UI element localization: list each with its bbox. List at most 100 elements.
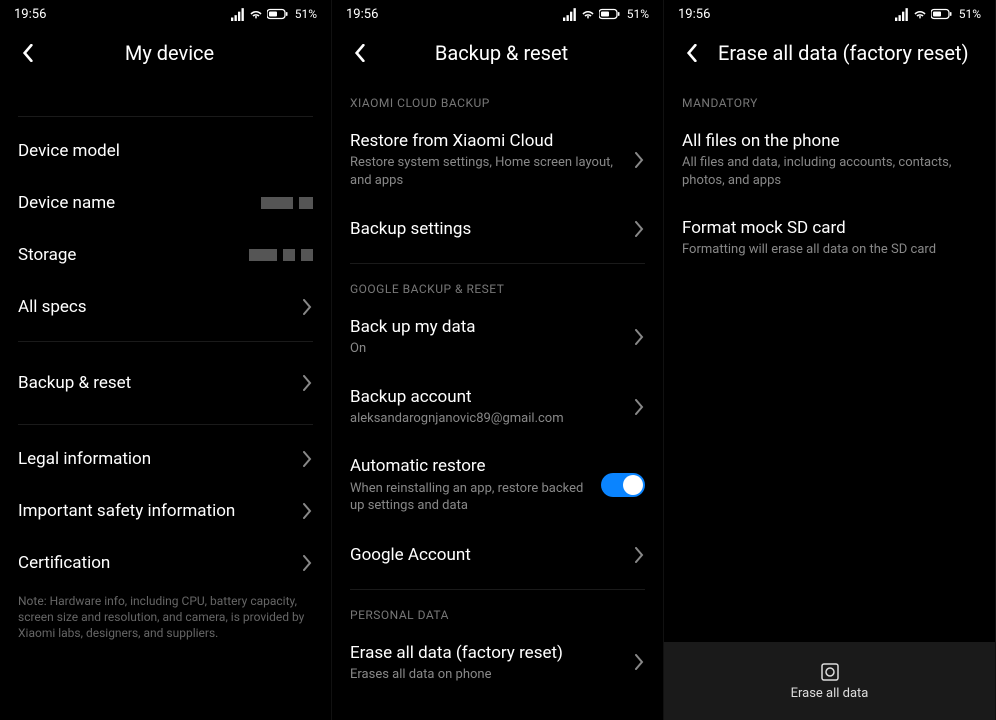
- section-header-google: GOOGLE BACKUP & RESET: [350, 282, 645, 296]
- signal-icon: [231, 7, 245, 21]
- row-sub: When reinstalling an app, restore backed…: [350, 480, 601, 515]
- row-label: Back up my data: [350, 316, 635, 338]
- row-label: Storage: [18, 244, 249, 266]
- battery-percent: 51%: [627, 7, 649, 21]
- row-label: Backup & reset: [18, 372, 303, 394]
- back-button[interactable]: [14, 39, 42, 67]
- chevron-right-icon: [635, 547, 645, 563]
- row-backup-my-data[interactable]: Back up my data On: [350, 302, 645, 372]
- row-sub: Formatting will erase all data on the SD…: [682, 241, 977, 259]
- row-all-files[interactable]: All files on the phone All files and dat…: [682, 116, 977, 203]
- chevron-right-icon: [635, 329, 645, 345]
- row-label: Google Account: [350, 544, 635, 566]
- battery-icon: [267, 7, 289, 21]
- chevron-right-icon: [303, 503, 313, 519]
- screen-erase-all-data: 19:56 51% Erase all data (factory reset)…: [664, 0, 996, 720]
- chevron-right-icon: [303, 299, 313, 315]
- row-label: Backup settings: [350, 218, 635, 240]
- battery-icon: [931, 7, 953, 21]
- redacted-value: [261, 197, 313, 209]
- chevron-right-icon: [303, 375, 313, 391]
- row-label: Automatic restore: [350, 455, 601, 477]
- header: Erase all data (factory reset): [664, 28, 995, 78]
- divider: [18, 424, 313, 425]
- row-restore-xiaomi-cloud[interactable]: Restore from Xiaomi Cloud Restore system…: [350, 116, 645, 203]
- back-button[interactable]: [678, 39, 706, 67]
- divider: [350, 589, 645, 590]
- row-all-specs[interactable]: All specs: [18, 281, 313, 333]
- chevron-right-icon: [635, 152, 645, 168]
- row-label: Restore from Xiaomi Cloud: [350, 130, 635, 152]
- status-bar: 19:56 51%: [0, 0, 331, 28]
- screen-backup-reset: 19:56 51% Backup & reset XIAOMI CLOUD BA…: [332, 0, 664, 720]
- battery-icon: [599, 7, 621, 21]
- chevron-right-icon: [303, 555, 313, 571]
- row-google-account[interactable]: Google Account: [350, 529, 645, 581]
- row-format-sd[interactable]: Format mock SD card Formatting will eras…: [682, 203, 977, 273]
- chevron-right-icon: [635, 399, 645, 415]
- chevron-left-icon: [354, 44, 366, 62]
- redacted-value: [249, 249, 313, 261]
- wifi-icon: [913, 7, 927, 21]
- row-sub: Restore system settings, Home screen lay…: [350, 154, 635, 189]
- row-label: All files on the phone: [682, 130, 977, 152]
- row-backup-settings[interactable]: Backup settings: [350, 203, 645, 255]
- chevron-right-icon: [635, 221, 645, 237]
- row-label: Certification: [18, 552, 303, 574]
- toggle-automatic-restore[interactable]: [601, 473, 645, 497]
- chevron-right-icon: [303, 451, 313, 467]
- row-device-model[interactable]: Device model: [18, 125, 313, 177]
- battery-percent: 51%: [959, 7, 981, 21]
- row-backup-account[interactable]: Backup account aleksandarognjanovic89@gm…: [350, 372, 645, 442]
- row-label: Erase all data (factory reset): [350, 642, 635, 664]
- row-legal[interactable]: Legal information: [18, 433, 313, 485]
- erase-icon: [820, 662, 840, 682]
- row-sub: Erases all data on phone: [350, 666, 635, 684]
- battery-percent: 51%: [295, 7, 317, 21]
- chevron-right-icon: [635, 654, 645, 670]
- row-backup-reset[interactable]: Backup & reset: [18, 350, 313, 416]
- back-button[interactable]: [346, 39, 374, 67]
- erase-all-data-button[interactable]: Erase all data: [664, 642, 995, 720]
- signal-icon: [895, 7, 909, 21]
- header: Backup & reset: [332, 28, 663, 78]
- screen-my-device: 19:56 51% My device Device model Device …: [0, 0, 332, 720]
- row-label: Format mock SD card: [682, 217, 977, 239]
- signal-icon: [563, 7, 577, 21]
- chevron-left-icon: [686, 44, 698, 62]
- status-time: 19:56: [678, 7, 895, 22]
- row-sub: On: [350, 340, 635, 358]
- page-title: Backup & reset: [382, 41, 621, 65]
- row-storage[interactable]: Storage: [18, 229, 313, 281]
- row-certification[interactable]: Certification: [18, 537, 313, 589]
- row-label: Device model: [18, 140, 313, 162]
- status-time: 19:56: [14, 7, 231, 22]
- row-automatic-restore: Automatic restore When reinstalling an a…: [350, 441, 645, 528]
- section-header-mandatory: MANDATORY: [682, 96, 977, 110]
- wifi-icon: [581, 7, 595, 21]
- row-sub: aleksandarognjanovic89@gmail.com: [350, 410, 635, 428]
- divider: [18, 116, 313, 117]
- divider: [350, 263, 645, 264]
- header: My device: [0, 28, 331, 78]
- row-label: Device name: [18, 192, 261, 214]
- divider: [18, 341, 313, 342]
- footnote: Note: Hardware info, including CPU, batt…: [18, 593, 313, 642]
- row-label: Backup account: [350, 386, 635, 408]
- row-label: Legal information: [18, 448, 303, 470]
- row-safety[interactable]: Important safety information: [18, 485, 313, 537]
- erase-button-label: Erase all data: [791, 686, 869, 701]
- row-label: All specs: [18, 296, 303, 318]
- row-erase-all-data[interactable]: Erase all data (factory reset) Erases al…: [350, 628, 645, 698]
- status-bar: 19:56 51%: [332, 0, 663, 28]
- row-label: Important safety information: [18, 500, 303, 522]
- row-device-name[interactable]: Device name: [18, 177, 313, 229]
- section-header-xiaomi: XIAOMI CLOUD BACKUP: [350, 96, 645, 110]
- wifi-icon: [249, 7, 263, 21]
- chevron-left-icon: [22, 44, 34, 62]
- row-sub: All files and data, including accounts, …: [682, 154, 977, 189]
- section-header-personal: PERSONAL DATA: [350, 608, 645, 622]
- status-bar: 19:56 51%: [664, 0, 995, 28]
- page-title: Erase all data (factory reset): [718, 41, 981, 65]
- status-time: 19:56: [346, 7, 563, 22]
